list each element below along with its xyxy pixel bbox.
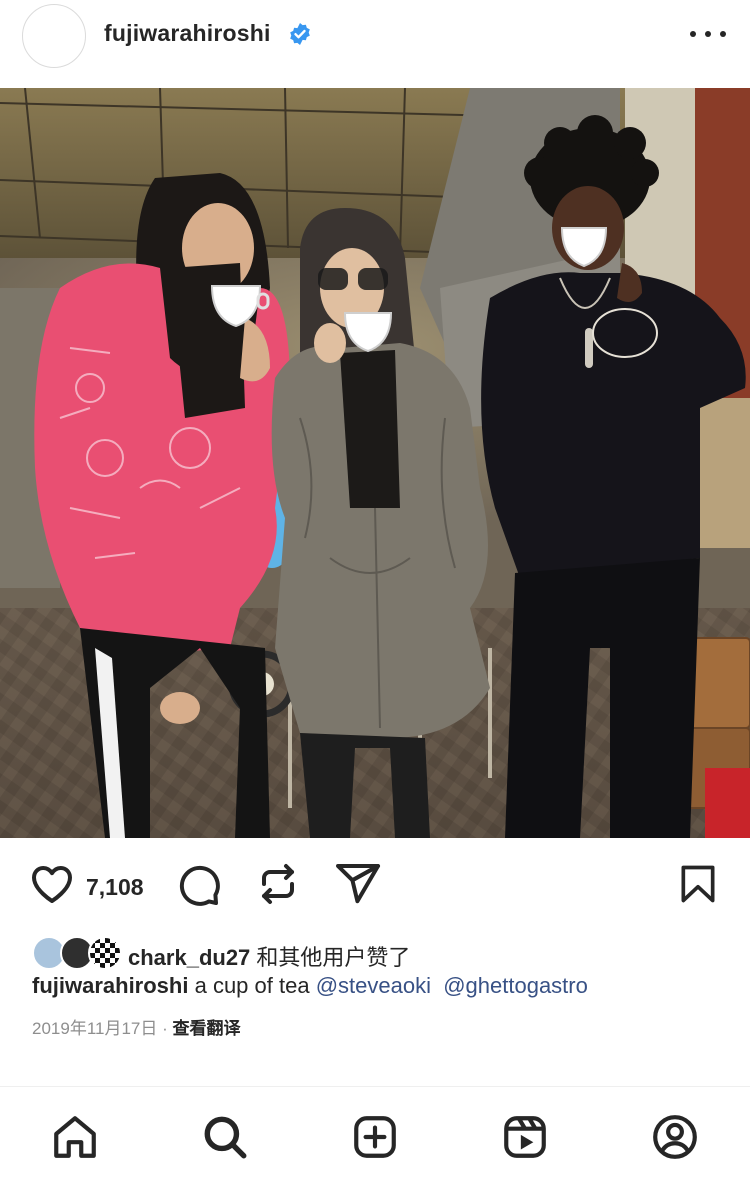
comment-icon[interactable] (174, 860, 222, 908)
post-header: fujiwarahiroshi (0, 0, 750, 88)
liked-by-text: chark_du27 和其他用户赞了 (128, 945, 411, 970)
post-caption: fujiwarahiroshi a cup of tea @steveaoki … (32, 973, 588, 999)
search-icon (204, 1116, 247, 1159)
home-icon (54, 1116, 96, 1158)
more-options-button[interactable] (690, 22, 726, 46)
mention-link[interactable]: @steveaoki (316, 973, 431, 998)
profile-icon (653, 1115, 697, 1159)
liked-by-username[interactable]: chark_du27 (128, 945, 250, 970)
author-avatar[interactable] (22, 4, 86, 68)
tab-profile[interactable] (649, 1111, 701, 1163)
verified-badge-icon (290, 23, 310, 45)
post-date: 2019年11月17日 (32, 1019, 158, 1038)
tab-create[interactable] (349, 1111, 401, 1163)
tab-home[interactable] (49, 1111, 101, 1163)
create-icon (354, 1116, 396, 1158)
post-meta: 2019年11月17日 · 查看翻译 (32, 1019, 241, 1038)
caption-username[interactable]: fujiwarahiroshi (32, 973, 188, 998)
see-translation-link[interactable]: 查看翻译 (172, 1019, 240, 1038)
tab-reels[interactable] (499, 1111, 551, 1163)
likes-count[interactable]: 7,108 (86, 874, 144, 901)
post-image (0, 88, 750, 838)
liker-avatar (88, 936, 122, 970)
caption-text: a cup of tea (188, 973, 316, 998)
repost-icon[interactable] (254, 860, 302, 908)
post-photo[interactable] (0, 88, 750, 838)
reels-icon (504, 1116, 546, 1158)
mention-link[interactable]: @ghettogastro (443, 973, 588, 998)
tab-search[interactable] (199, 1111, 251, 1163)
author-username[interactable]: fujiwarahiroshi (104, 20, 271, 47)
liked-by-row[interactable]: chark_du27 和其他用户赞了 (32, 936, 732, 972)
bottom-tab-bar (0, 1086, 750, 1186)
share-icon[interactable] (334, 860, 382, 908)
action-bar: 7,108 (0, 838, 750, 934)
bookmark-icon[interactable] (676, 860, 720, 908)
more-dots-icon (690, 31, 696, 37)
heart-icon[interactable] (28, 860, 76, 908)
